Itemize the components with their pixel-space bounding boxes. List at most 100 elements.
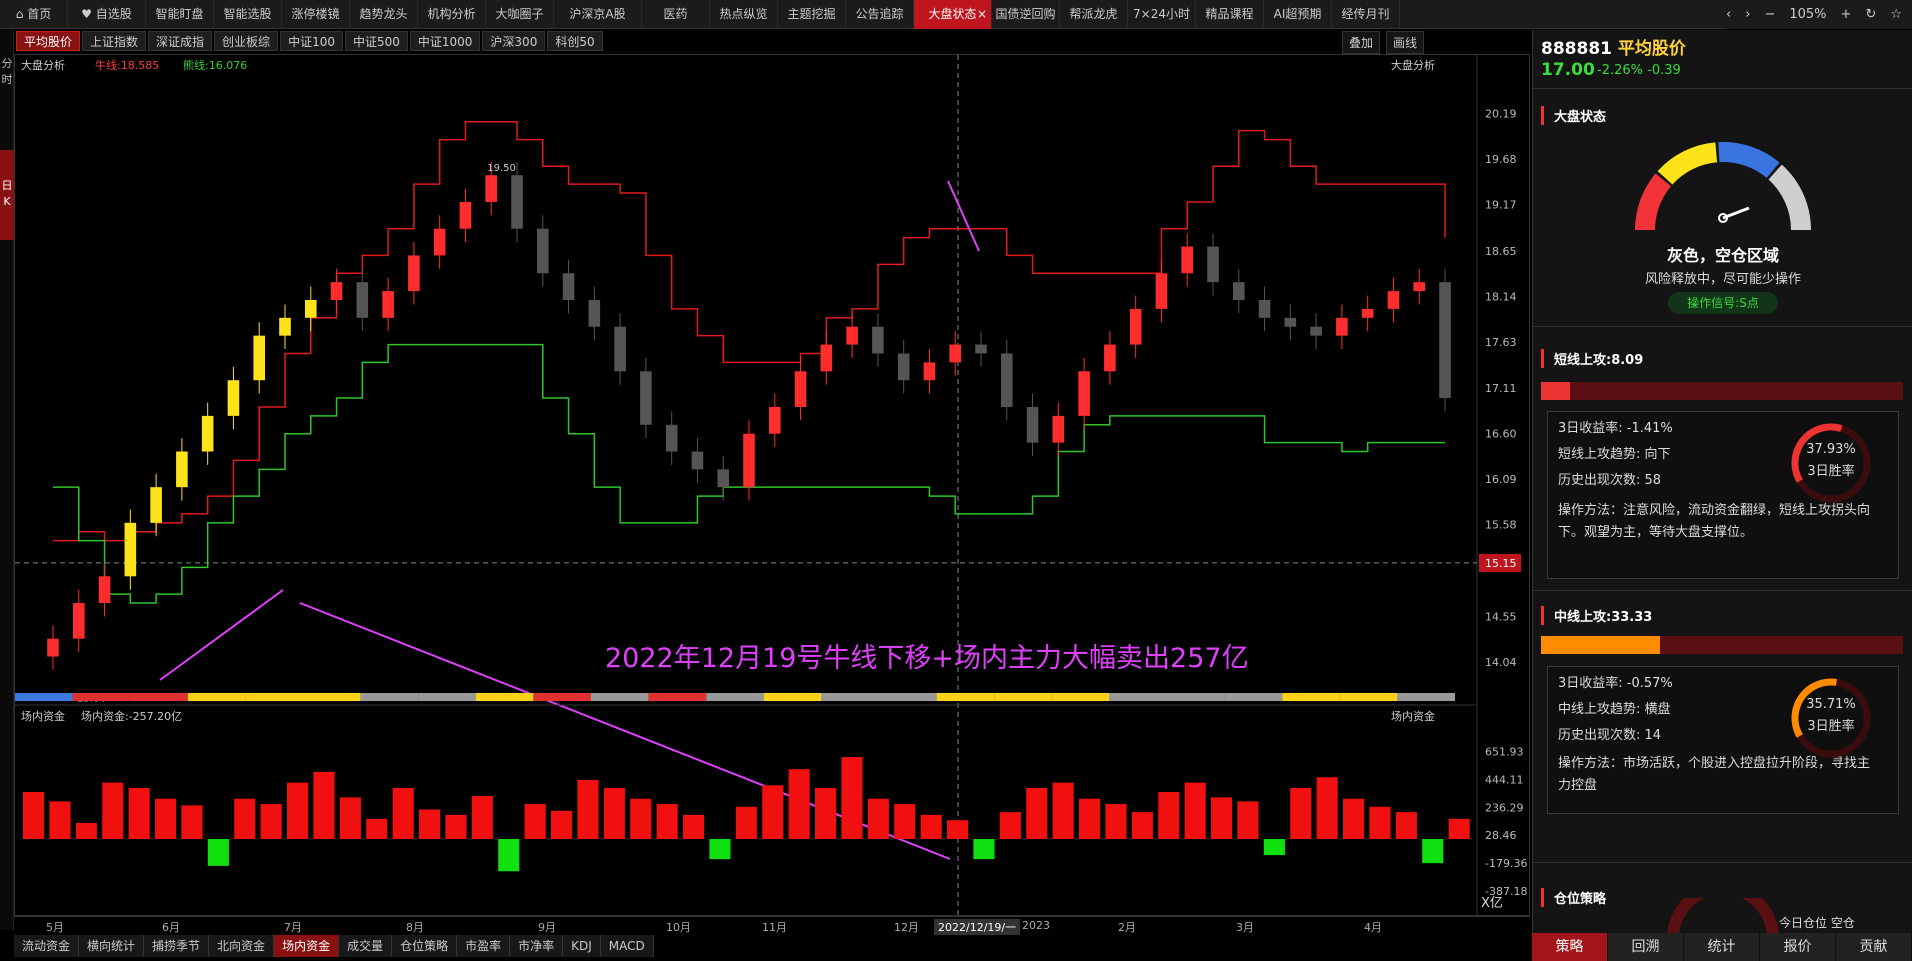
status-seg xyxy=(591,693,649,701)
refresh-icon[interactable]: ↻ xyxy=(1865,7,1876,22)
indicator-tab-2[interactable]: 捕捞季节 xyxy=(144,935,210,957)
nav-tab-8[interactable]: 沪深京A股 xyxy=(554,0,642,29)
nav-tab-12[interactable]: 公告追踪 xyxy=(846,0,914,29)
candle-body xyxy=(975,344,987,354)
candle-body xyxy=(459,201,472,229)
tab-fenshi[interactable]: 分时 xyxy=(0,56,14,88)
flow-bar xyxy=(603,787,625,839)
nav-tab-1[interactable]: ♥ 自选股 xyxy=(68,0,146,29)
minus-icon[interactable]: − xyxy=(1764,7,1775,22)
candle-body xyxy=(1207,246,1219,283)
star-icon[interactable]: ☆ xyxy=(1890,7,1902,22)
status-gauge xyxy=(1635,142,1811,231)
nav-tab-2[interactable]: 智能盯盘 xyxy=(146,0,214,29)
overlay-button[interactable]: 叠加 xyxy=(1342,31,1381,54)
chevron-left-icon[interactable]: ‹ xyxy=(1726,7,1731,22)
indicator-tab-9[interactable]: KDJ xyxy=(563,935,601,957)
indicator-tab-3[interactable]: 北向资金 xyxy=(209,935,275,957)
candle-body xyxy=(588,300,601,327)
panel-tab-0[interactable]: 策略 xyxy=(1532,933,1608,961)
nav-tab-5[interactable]: 趋势龙头 xyxy=(350,0,418,29)
flow-bar xyxy=(471,796,493,839)
flow-bar xyxy=(973,839,995,860)
status-seg xyxy=(1109,693,1167,701)
index-tab-2[interactable]: 深证成指 xyxy=(148,31,213,51)
candle-body xyxy=(98,576,111,604)
flow-bar xyxy=(815,787,837,839)
annotation-text: 2022年12月19号牛线下移+场内主力大幅卖出257亿 xyxy=(605,643,1249,674)
tab-rik[interactable]: 日K xyxy=(0,150,14,240)
indicator-tab-4[interactable]: 场内资金 xyxy=(274,935,340,957)
flow-tick: 236.29 xyxy=(1485,801,1524,814)
panel-tab-1[interactable]: 回溯 xyxy=(1608,933,1684,961)
chevron-right-icon[interactable]: › xyxy=(1745,7,1750,22)
nav-tab-7[interactable]: 大咖圈子 xyxy=(486,0,554,29)
index-tab-4[interactable]: 中证100 xyxy=(280,31,343,51)
nav-tab-6[interactable]: 机构分析 xyxy=(418,0,486,29)
indicator-tab-1[interactable]: 横向统计 xyxy=(79,935,145,957)
price-tick: 19.68 xyxy=(1485,153,1517,166)
flow-bar xyxy=(762,785,784,839)
indicator-tab-5[interactable]: 成交量 xyxy=(339,935,393,957)
nav-tab-19[interactable]: 经传月刊 xyxy=(1332,0,1400,29)
index-tab-3[interactable]: 创业板综 xyxy=(214,31,279,51)
nav-tab-11[interactable]: 主题挖掘 xyxy=(778,0,846,29)
nav-tab-14[interactable]: 国债逆回购 xyxy=(992,0,1060,29)
candle-body xyxy=(150,487,162,523)
index-tab-8[interactable]: 科创50 xyxy=(547,31,603,51)
candle-body xyxy=(743,433,755,488)
flow-bar xyxy=(841,757,863,839)
draw-line-button[interactable]: 画线 xyxy=(1386,31,1425,54)
nav-tab-16[interactable]: 7×24小时 xyxy=(1128,0,1196,29)
candle-body xyxy=(1413,282,1426,292)
nav-tab-18[interactable]: AI超预期 xyxy=(1264,0,1332,29)
candle-body xyxy=(1232,282,1245,300)
index-tab-7[interactable]: 沪深300 xyxy=(482,31,546,51)
flow-value: 场内资金:-257.20亿 xyxy=(81,709,182,723)
index-tab-5[interactable]: 中证500 xyxy=(344,31,408,51)
nav-tab-15[interactable]: 帮派龙虎 xyxy=(1060,0,1128,29)
status-seg xyxy=(1051,693,1110,701)
candle-body xyxy=(382,291,394,318)
close-icon[interactable]: × xyxy=(977,0,987,29)
status-seg xyxy=(994,693,1052,701)
nav-tab-3[interactable]: 智能选股 xyxy=(214,0,282,29)
index-tab-6[interactable]: 中证1000 xyxy=(409,31,481,51)
price-and-flow-chart[interactable]: 大盘分析 牛线:18.585 熊线:16.076 大盘分析 20.19 19.68 19.1… xyxy=(15,55,1531,917)
index-tab-bar: 平均股价 上证指数 深证成指 创业板综 中证100 中证500 中证1000 沪深300 科创5… xyxy=(16,31,603,53)
indicator-tab-7[interactable]: 市盈率 xyxy=(457,935,511,957)
indicator-tab-10[interactable]: MACD xyxy=(600,935,654,957)
nav-tab-0[interactable]: ⌂ 首页 xyxy=(0,0,68,29)
flow-bar xyxy=(234,798,256,839)
indicator-tab-6[interactable]: 仓位策略 xyxy=(392,935,458,957)
plus-icon[interactable]: + xyxy=(1841,7,1852,22)
nav-tab-4[interactable]: 涨停楼镜 xyxy=(282,0,350,29)
index-tab-0[interactable]: 平均股价 xyxy=(16,31,81,51)
candle-body xyxy=(562,273,575,300)
price-tick: 14.04 xyxy=(1485,656,1517,669)
candle-body xyxy=(330,282,343,300)
flow-bar xyxy=(1448,818,1470,839)
price-tick: 16.09 xyxy=(1485,473,1517,486)
mid-level-bar xyxy=(1541,636,1903,654)
flow-bar xyxy=(1026,787,1048,839)
candle-body xyxy=(949,344,962,363)
indicator-tab-8[interactable]: 市净率 xyxy=(510,935,564,957)
main-chart-area[interactable]: 大盘分析 牛线:18.585 熊线:16.076 大盘分析 20.19 19.68 19.1… xyxy=(14,54,1531,917)
nav-tab-17[interactable]: 精品课程 xyxy=(1196,0,1264,29)
nav-tab-10[interactable]: 热点纵览 xyxy=(710,0,778,29)
price-tick: 16.60 xyxy=(1485,428,1517,441)
price-tick: 17.11 xyxy=(1485,382,1517,395)
time-tick: 7月 xyxy=(284,921,302,934)
flow-bar xyxy=(551,810,573,839)
flow-bar xyxy=(683,814,705,839)
panel-tab-2[interactable]: 统计 xyxy=(1684,933,1760,961)
panel-tab-4[interactable]: 贡献 xyxy=(1836,933,1912,961)
index-tab-1[interactable]: 上证指数 xyxy=(82,31,147,51)
indicator-tab-0[interactable]: 流动资金 xyxy=(14,935,80,957)
panel-tab-3[interactable]: 报价 xyxy=(1760,933,1836,961)
nav-tab-13[interactable]: 大盘状态 × xyxy=(914,0,992,29)
nav-tab-9[interactable]: 医药 xyxy=(642,0,710,29)
flow-title: 场内资金 xyxy=(21,709,65,723)
legend-bear: 熊线:16.076 xyxy=(183,58,247,72)
